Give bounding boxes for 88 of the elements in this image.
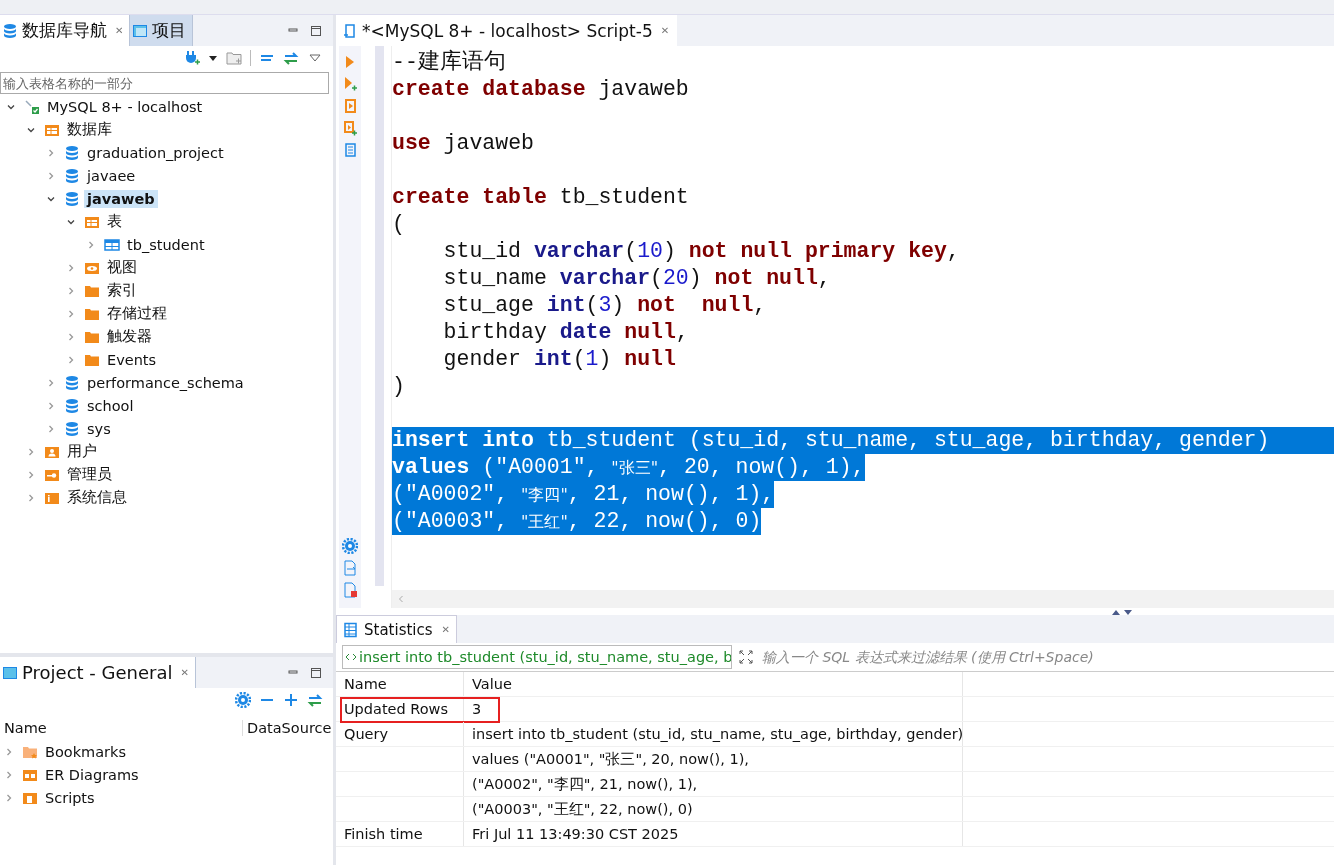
query-text-field[interactable]: insert into tb_student (stu_id, stu_name, stu_age, b bbox=[342, 645, 732, 669]
database-icon bbox=[2, 22, 18, 39]
close-icon[interactable]: ✕ bbox=[660, 25, 670, 36]
settings-icon[interactable] bbox=[235, 692, 251, 708]
maximize-icon[interactable] bbox=[310, 24, 322, 37]
export-icon[interactable] bbox=[342, 560, 358, 576]
column-header[interactable]: DataSource bbox=[243, 720, 332, 736]
script-icon bbox=[342, 22, 358, 39]
results-tab[interactable]: Statistics ✕ bbox=[336, 615, 457, 643]
dropdown-icon[interactable] bbox=[208, 53, 218, 63]
tree-item[interactable]: Scripts bbox=[42, 788, 98, 807]
code-line: use javaweb bbox=[392, 130, 534, 157]
scroll-left-icon[interactable] bbox=[396, 594, 406, 604]
column-header[interactable]: Value bbox=[464, 672, 963, 696]
play-add-icon[interactable] bbox=[342, 76, 358, 92]
settings-icon[interactable] bbox=[342, 538, 358, 554]
sash-arrows-icon[interactable] bbox=[1110, 607, 1134, 616]
tree-item[interactable]: javaee bbox=[84, 166, 139, 185]
plug-add-icon[interactable] bbox=[184, 50, 200, 66]
table-icon bbox=[104, 236, 120, 253]
tree-item[interactable]: tb_student bbox=[124, 235, 208, 254]
tree-item[interactable]: 索引 bbox=[104, 280, 140, 301]
table-cell: ("A0003", "王红", 22, now(), 0) bbox=[472, 799, 693, 819]
code-line: --建库语句 bbox=[392, 49, 506, 76]
horizontal-scrollbar[interactable] bbox=[392, 590, 1334, 608]
tree-item[interactable]: 视图 bbox=[104, 257, 140, 278]
tree-item[interactable]: performance_schema bbox=[84, 373, 247, 392]
close-icon[interactable]: ✕ bbox=[180, 667, 189, 678]
code-line: birthday date null, bbox=[442, 319, 689, 346]
column-header[interactable]: Name bbox=[0, 720, 243, 736]
document-error-icon[interactable] bbox=[342, 582, 358, 598]
window-icon bbox=[2, 664, 18, 681]
table-cell: 3 bbox=[472, 701, 482, 717]
code-line: create database javaweb bbox=[392, 76, 689, 103]
expand-icon[interactable] bbox=[738, 649, 754, 665]
code-line: gender int(1) null bbox=[442, 346, 676, 373]
tree-item[interactable]: MySQL 8+ - localhost bbox=[44, 97, 206, 116]
grid-icon bbox=[343, 621, 359, 638]
table-cell: insert into tb_student (stu_id, stu_name, stu_age, birthday, gender) bbox=[472, 726, 964, 742]
column-header[interactable]: Name bbox=[336, 672, 464, 696]
document-icon[interactable] bbox=[342, 142, 358, 158]
tree-item[interactable]: 存储过程 bbox=[104, 303, 170, 324]
tree-item[interactable]: graduation_project bbox=[84, 143, 227, 162]
database-icon bbox=[64, 144, 80, 161]
tree-item[interactable]: 系统信息 bbox=[64, 487, 130, 508]
panel-tab[interactable]: 项目 bbox=[130, 15, 194, 46]
tree-item[interactable]: 触发器 bbox=[104, 326, 155, 347]
database-icon bbox=[64, 397, 80, 414]
database-icon bbox=[64, 420, 80, 437]
maximize-icon[interactable] bbox=[310, 666, 322, 679]
code-line: ( bbox=[392, 211, 405, 238]
table-cell: Updated Rows bbox=[344, 701, 449, 717]
plus-icon[interactable] bbox=[283, 692, 299, 708]
tree-item[interactable]: Events bbox=[104, 350, 160, 369]
tree-item[interactable]: javaweb bbox=[84, 189, 158, 208]
table-cell: values ("A0001", "张三", 20, now(), 1), bbox=[472, 749, 749, 769]
tree-item[interactable]: sys bbox=[84, 419, 114, 438]
tree-item[interactable]: 表 bbox=[104, 211, 125, 232]
code-line: stu_name varchar(20) not null, bbox=[442, 265, 831, 292]
window-icon bbox=[132, 22, 149, 39]
code-icon bbox=[345, 651, 357, 663]
tree-item[interactable]: 用户 bbox=[64, 441, 100, 462]
code-line: create table tb_student bbox=[392, 184, 689, 211]
tree-item[interactable]: 管理员 bbox=[64, 464, 115, 485]
script-run-add-icon[interactable] bbox=[342, 120, 358, 136]
tree-item[interactable]: Bookmarks bbox=[42, 742, 129, 761]
tree-item[interactable]: 数据库 bbox=[64, 119, 115, 140]
table-cell: Query bbox=[344, 726, 389, 742]
tree-item[interactable]: school bbox=[84, 396, 137, 415]
editor-tab[interactable]: *<MySQL 8+ - localhost> Script-5 ✕ bbox=[336, 15, 678, 46]
tree-item[interactable]: ER Diagrams bbox=[42, 765, 142, 784]
panel-tab[interactable]: 数据库导航 ✕ bbox=[0, 15, 131, 46]
folder-add-icon[interactable] bbox=[226, 50, 242, 66]
code-line: stu_id varchar(10) not null primary key, bbox=[442, 238, 960, 265]
connection-icon bbox=[24, 98, 40, 115]
database-icon bbox=[64, 374, 80, 391]
database-icon bbox=[64, 190, 80, 207]
table-cell: Fri Jul 11 13:49:30 CST 2025 bbox=[472, 826, 679, 842]
script-run-icon[interactable] bbox=[342, 98, 358, 114]
table-filter-field[interactable]: 输入表格名称的一部分 bbox=[0, 72, 329, 94]
close-icon[interactable]: ✕ bbox=[115, 25, 124, 36]
code-line: stu_age int(3) not null, bbox=[442, 292, 767, 319]
close-icon[interactable]: ✕ bbox=[441, 624, 450, 635]
code-line: ) bbox=[392, 373, 405, 400]
database-icon bbox=[64, 167, 80, 184]
table-cell: Finish time bbox=[344, 826, 423, 842]
panel-tab[interactable]: Project - General ✕ bbox=[0, 657, 196, 688]
table-cell: ("A0002", "李四", 21, now(), 1), bbox=[472, 774, 698, 794]
